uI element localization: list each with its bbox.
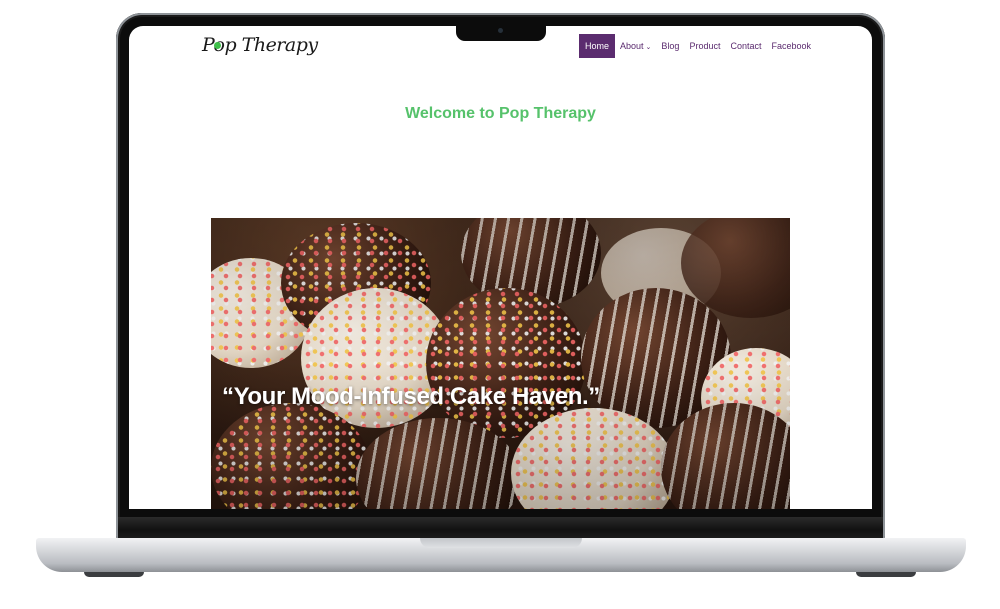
nav-item-facebook[interactable]: Facebook: [767, 34, 817, 58]
laptop-bezel-bottom: [118, 517, 883, 539]
laptop-foot: [84, 572, 144, 577]
hero-overlay: [211, 218, 790, 509]
nav-item-blog[interactable]: Blog: [656, 34, 684, 58]
nav-item-label: Blog: [661, 41, 680, 51]
main-nav: Home About ⌄ Blog Product Contact Faceboo…: [579, 34, 816, 58]
laptop-foot: [856, 572, 916, 577]
nav-item-label: Product: [689, 41, 721, 51]
nav-item-about[interactable]: About ⌄: [615, 34, 656, 58]
nav-item-label: Home: [585, 41, 610, 51]
laptop-notch: [456, 24, 546, 41]
site-logo[interactable]: Pop Therapy: [202, 34, 318, 60]
chevron-down-icon: ⌄: [645, 44, 652, 51]
nav-item-product[interactable]: Product: [684, 34, 725, 58]
nav-item-label: Facebook: [771, 41, 812, 51]
nav-item-label: Contact: [730, 41, 762, 51]
nav-item-home[interactable]: Home: [579, 34, 616, 58]
hero-quote: “Your Mood-Infused Cake Haven.”: [222, 383, 600, 410]
page-title: Welcome to Pop Therapy: [405, 105, 596, 122]
laptop-base-notch: [420, 538, 582, 548]
laptop-base: [36, 538, 966, 572]
laptop-screen: Pop Therapy Home About ⌄ Blog Product Con…: [129, 26, 872, 509]
hero-image: “Your Mood-Infused Cake Haven.”: [211, 218, 790, 509]
nav-item-label: About: [620, 41, 644, 51]
camera-icon: [498, 28, 503, 33]
nav-item-contact[interactable]: Contact: [725, 34, 766, 58]
logo-dot-icon: [214, 42, 221, 49]
